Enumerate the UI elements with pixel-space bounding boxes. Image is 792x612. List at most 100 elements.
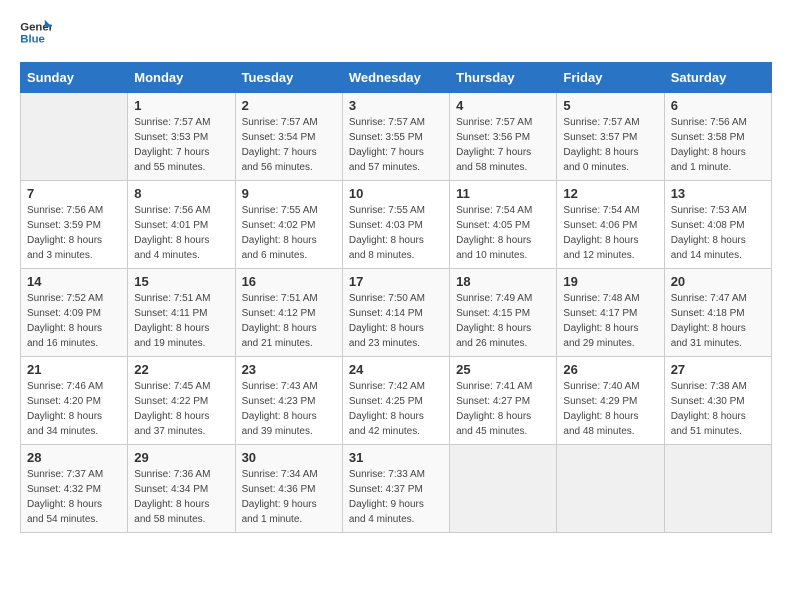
day-number: 1 — [134, 98, 228, 113]
day-number: 13 — [671, 186, 765, 201]
day-number: 31 — [349, 450, 443, 465]
day-number: 6 — [671, 98, 765, 113]
day-detail: Sunrise: 7:57 AM Sunset: 3:56 PM Dayligh… — [456, 115, 550, 175]
header-cell-thursday: Thursday — [450, 63, 557, 93]
day-cell: 30 Sunrise: 7:34 AM Sunset: 4:36 PM Dayli… — [235, 445, 342, 533]
day-cell: 31 Sunrise: 7:33 AM Sunset: 4:37 PM Dayli… — [342, 445, 449, 533]
day-cell: 24 Sunrise: 7:42 AM Sunset: 4:25 PM Dayli… — [342, 357, 449, 445]
day-detail: Sunrise: 7:41 AM Sunset: 4:27 PM Dayligh… — [456, 379, 550, 439]
day-number: 16 — [242, 274, 336, 289]
day-detail: Sunrise: 7:40 AM Sunset: 4:29 PM Dayligh… — [563, 379, 657, 439]
header-cell-tuesday: Tuesday — [235, 63, 342, 93]
day-cell: 12 Sunrise: 7:54 AM Sunset: 4:06 PM Dayli… — [557, 181, 664, 269]
day-cell: 28 Sunrise: 7:37 AM Sunset: 4:32 PM Dayli… — [21, 445, 128, 533]
day-cell: 4 Sunrise: 7:57 AM Sunset: 3:56 PM Daylig… — [450, 93, 557, 181]
day-cell: 5 Sunrise: 7:57 AM Sunset: 3:57 PM Daylig… — [557, 93, 664, 181]
day-detail: Sunrise: 7:57 AM Sunset: 3:55 PM Dayligh… — [349, 115, 443, 175]
logo: General Blue — [20, 20, 52, 46]
day-number: 8 — [134, 186, 228, 201]
day-number: 21 — [27, 362, 121, 377]
day-number: 22 — [134, 362, 228, 377]
day-detail: Sunrise: 7:54 AM Sunset: 4:06 PM Dayligh… — [563, 203, 657, 263]
day-cell: 27Sunrise: 7:38 AM Sunset: 4:30 PM Dayli… — [664, 357, 771, 445]
day-number: 5 — [563, 98, 657, 113]
day-cell: 29Sunrise: 7:36 AM Sunset: 4:34 PM Dayli… — [128, 445, 235, 533]
day-number: 4 — [456, 98, 550, 113]
day-detail: Sunrise: 7:55 AM Sunset: 4:03 PM Dayligh… — [349, 203, 443, 263]
day-detail: Sunrise: 7:51 AM Sunset: 4:12 PM Dayligh… — [242, 291, 336, 351]
day-cell: 16 Sunrise: 7:51 AM Sunset: 4:12 PM Dayli… — [235, 269, 342, 357]
day-detail: Sunrise: 7:56 AM Sunset: 4:01 PM Dayligh… — [134, 203, 228, 263]
week-row-5: 28 Sunrise: 7:37 AM Sunset: 4:32 PM Dayli… — [21, 445, 772, 533]
day-number: 9 — [242, 186, 336, 201]
day-number: 29 — [134, 450, 228, 465]
day-detail: Sunrise: 7:42 AM Sunset: 4:25 PM Dayligh… — [349, 379, 443, 439]
day-detail: Sunrise: 7:49 AM Sunset: 4:15 PM Dayligh… — [456, 291, 550, 351]
day-cell: 2 Sunrise: 7:57 AM Sunset: 3:54 PM Daylig… — [235, 93, 342, 181]
day-detail: Sunrise: 7:43 AM Sunset: 4:23 PM Dayligh… — [242, 379, 336, 439]
day-number: 23 — [242, 362, 336, 377]
day-cell: 8 Sunrise: 7:56 AM Sunset: 4:01 PM Daylig… — [128, 181, 235, 269]
day-number: 25 — [456, 362, 550, 377]
day-detail: Sunrise: 7:34 AM Sunset: 4:36 PM Dayligh… — [242, 467, 336, 527]
day-detail: Sunrise: 7:57 AM Sunset: 3:54 PM Dayligh… — [242, 115, 336, 175]
day-detail: Sunrise: 7:57 AM Sunset: 3:57 PM Dayligh… — [563, 115, 657, 175]
day-cell: 20Sunrise: 7:47 AM Sunset: 4:18 PM Dayli… — [664, 269, 771, 357]
day-number: 15 — [134, 274, 228, 289]
week-row-3: 14 Sunrise: 7:52 AM Sunset: 4:09 PM Dayli… — [21, 269, 772, 357]
day-cell — [21, 93, 128, 181]
day-cell: 3 Sunrise: 7:57 AM Sunset: 3:55 PM Daylig… — [342, 93, 449, 181]
day-cell — [557, 445, 664, 533]
day-number: 19 — [563, 274, 657, 289]
day-cell: 23 Sunrise: 7:43 AM Sunset: 4:23 PM Dayli… — [235, 357, 342, 445]
day-detail: Sunrise: 7:55 AM Sunset: 4:02 PM Dayligh… — [242, 203, 336, 263]
day-detail: Sunrise: 7:50 AM Sunset: 4:14 PM Dayligh… — [349, 291, 443, 351]
week-row-1: 1 Sunrise: 7:57 AM Sunset: 3:53 PM Daylig… — [21, 93, 772, 181]
header-cell-saturday: Saturday — [664, 63, 771, 93]
day-cell — [664, 445, 771, 533]
day-number: 12 — [563, 186, 657, 201]
day-cell: 17 Sunrise: 7:50 AM Sunset: 4:14 PM Dayli… — [342, 269, 449, 357]
day-detail: Sunrise: 7:51 AM Sunset: 4:11 PM Dayligh… — [134, 291, 228, 351]
day-detail: Sunrise: 7:54 AM Sunset: 4:05 PM Dayligh… — [456, 203, 550, 263]
week-row-2: 7Sunrise: 7:56 AM Sunset: 3:59 PM Daylig… — [21, 181, 772, 269]
day-cell: 13 Sunrise: 7:53 AM Sunset: 4:08 PM Dayli… — [664, 181, 771, 269]
day-number: 3 — [349, 98, 443, 113]
page-header: General Blue — [20, 20, 772, 46]
day-detail: Sunrise: 7:33 AM Sunset: 4:37 PM Dayligh… — [349, 467, 443, 527]
day-cell: 21 Sunrise: 7:46 AM Sunset: 4:20 PM Dayli… — [21, 357, 128, 445]
day-cell: 22 Sunrise: 7:45 AM Sunset: 4:22 PM Dayli… — [128, 357, 235, 445]
day-number: 14 — [27, 274, 121, 289]
day-cell: 18 Sunrise: 7:49 AM Sunset: 4:15 PM Dayli… — [450, 269, 557, 357]
header-cell-monday: Monday — [128, 63, 235, 93]
day-number: 17 — [349, 274, 443, 289]
day-cell: 15 Sunrise: 7:51 AM Sunset: 4:11 PM Dayli… — [128, 269, 235, 357]
day-cell: 14 Sunrise: 7:52 AM Sunset: 4:09 PM Dayli… — [21, 269, 128, 357]
day-detail: Sunrise: 7:53 AM Sunset: 4:08 PM Dayligh… — [671, 203, 765, 263]
day-detail: Sunrise: 7:57 AM Sunset: 3:53 PM Dayligh… — [134, 115, 228, 175]
day-cell: 6Sunrise: 7:56 AM Sunset: 3:58 PM Daylig… — [664, 93, 771, 181]
day-detail: Sunrise: 7:37 AM Sunset: 4:32 PM Dayligh… — [27, 467, 121, 527]
day-cell: 7Sunrise: 7:56 AM Sunset: 3:59 PM Daylig… — [21, 181, 128, 269]
day-detail: Sunrise: 7:52 AM Sunset: 4:09 PM Dayligh… — [27, 291, 121, 351]
day-cell: 19Sunrise: 7:48 AM Sunset: 4:17 PM Dayli… — [557, 269, 664, 357]
header-cell-friday: Friday — [557, 63, 664, 93]
day-cell: 9 Sunrise: 7:55 AM Sunset: 4:02 PM Daylig… — [235, 181, 342, 269]
day-number: 24 — [349, 362, 443, 377]
day-cell — [450, 445, 557, 533]
day-number: 18 — [456, 274, 550, 289]
day-detail: Sunrise: 7:47 AM Sunset: 4:18 PM Dayligh… — [671, 291, 765, 351]
day-cell: 10Sunrise: 7:55 AM Sunset: 4:03 PM Dayli… — [342, 181, 449, 269]
week-row-4: 21 Sunrise: 7:46 AM Sunset: 4:20 PM Dayli… — [21, 357, 772, 445]
header-cell-wednesday: Wednesday — [342, 63, 449, 93]
day-number: 26 — [563, 362, 657, 377]
day-cell: 11Sunrise: 7:54 AM Sunset: 4:05 PM Dayli… — [450, 181, 557, 269]
day-detail: Sunrise: 7:45 AM Sunset: 4:22 PM Dayligh… — [134, 379, 228, 439]
logo-icon: General Blue — [20, 18, 52, 46]
day-number: 2 — [242, 98, 336, 113]
day-cell: 25 Sunrise: 7:41 AM Sunset: 4:27 PM Dayli… — [450, 357, 557, 445]
day-cell: 26 Sunrise: 7:40 AM Sunset: 4:29 PM Dayli… — [557, 357, 664, 445]
day-number: 28 — [27, 450, 121, 465]
day-detail: Sunrise: 7:46 AM Sunset: 4:20 PM Dayligh… — [27, 379, 121, 439]
day-number: 30 — [242, 450, 336, 465]
